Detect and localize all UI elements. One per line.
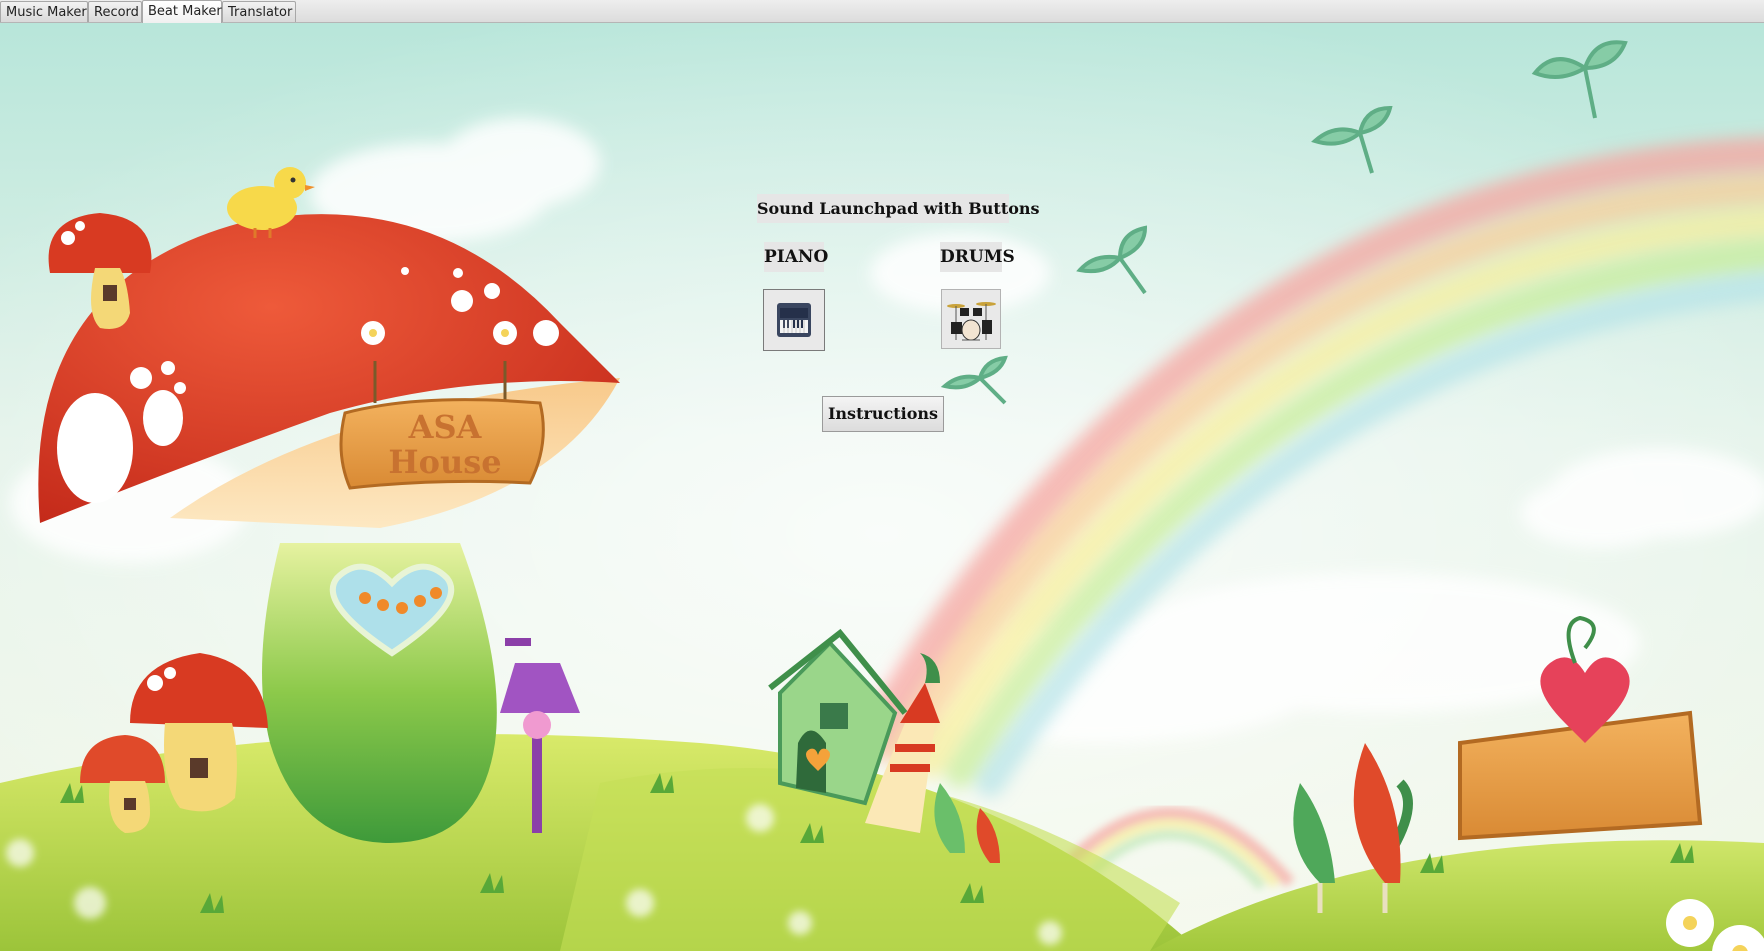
sign-text-line1: ASA bbox=[408, 408, 483, 446]
tab-translator[interactable]: Translator bbox=[222, 1, 296, 22]
tab-music-maker[interactable]: Music Maker bbox=[0, 1, 88, 22]
piano-label: PIANO bbox=[764, 242, 828, 272]
drums-label: DRUMS bbox=[940, 242, 1015, 272]
tab-bar: Music Maker Record Beat Maker Translator bbox=[0, 0, 1764, 23]
drums-button[interactable] bbox=[941, 289, 1001, 349]
beat-maker-panel: ASA House Sound Launchpad with Buttons P… bbox=[0, 23, 1764, 951]
piano-keyboard-icon bbox=[777, 303, 811, 337]
instructions-button[interactable]: Instructions bbox=[822, 396, 944, 432]
drum-kit-icon bbox=[947, 302, 996, 341]
tab-record[interactable]: Record bbox=[88, 1, 142, 22]
sign-text-line2: House bbox=[388, 443, 501, 481]
background-illustration: ASA House bbox=[0, 23, 1764, 951]
app-window: Music Maker Record Beat Maker Translator bbox=[0, 0, 1764, 951]
launchpad-title: Sound Launchpad with Buttons bbox=[757, 194, 1040, 223]
piano-button[interactable] bbox=[763, 289, 825, 351]
tab-beat-maker[interactable]: Beat Maker bbox=[142, 0, 222, 23]
